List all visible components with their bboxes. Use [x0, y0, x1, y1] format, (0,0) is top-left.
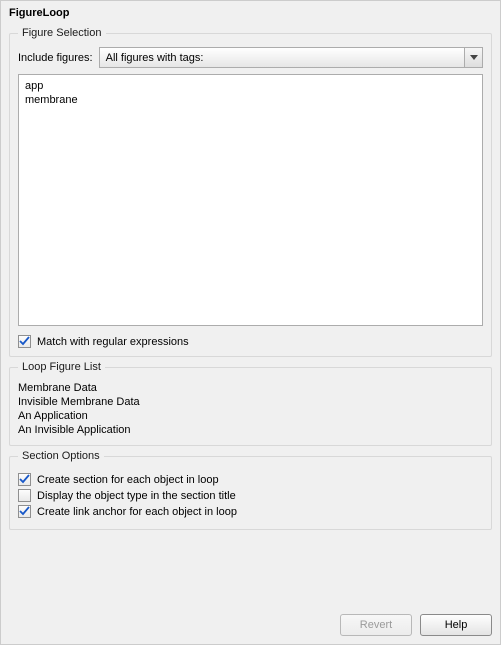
display-type-checkbox[interactable] [18, 489, 31, 502]
create-anchor-label: Create link anchor for each object in lo… [37, 506, 237, 518]
include-figures-dropdown-value: All figures with tags: [106, 52, 204, 64]
revert-button[interactable]: Revert [340, 614, 412, 636]
loop-figure-list-group: Loop Figure List Membrane Data Invisible… [9, 361, 492, 446]
match-regex-checkbox[interactable] [18, 335, 31, 348]
button-bar: Revert Help [340, 614, 492, 636]
section-options-legend: Section Options [18, 450, 104, 462]
panel-title: FigureLoop [1, 1, 500, 23]
display-type-label: Display the object type in the section t… [37, 490, 236, 502]
figure-selection-group: Figure Selection Include figures: All fi… [9, 27, 492, 357]
figureloop-panel: FigureLoop Figure Selection Include figu… [0, 0, 501, 645]
tags-textarea[interactable] [18, 74, 483, 326]
create-section-label: Create section for each object in loop [37, 474, 219, 486]
loop-figure-list-legend: Loop Figure List [18, 361, 105, 373]
loop-figure-list-text: Membrane Data Invisible Membrane Data An… [18, 381, 483, 437]
create-anchor-checkbox[interactable] [18, 505, 31, 518]
match-regex-label: Match with regular expressions [37, 336, 189, 348]
figure-selection-legend: Figure Selection [18, 27, 106, 39]
help-button[interactable]: Help [420, 614, 492, 636]
chevron-down-icon [464, 48, 482, 67]
include-figures-dropdown[interactable]: All figures with tags: [99, 47, 483, 68]
create-section-checkbox[interactable] [18, 473, 31, 486]
include-figures-label: Include figures: [18, 52, 93, 64]
section-options-group: Section Options Create section for each … [9, 450, 492, 530]
